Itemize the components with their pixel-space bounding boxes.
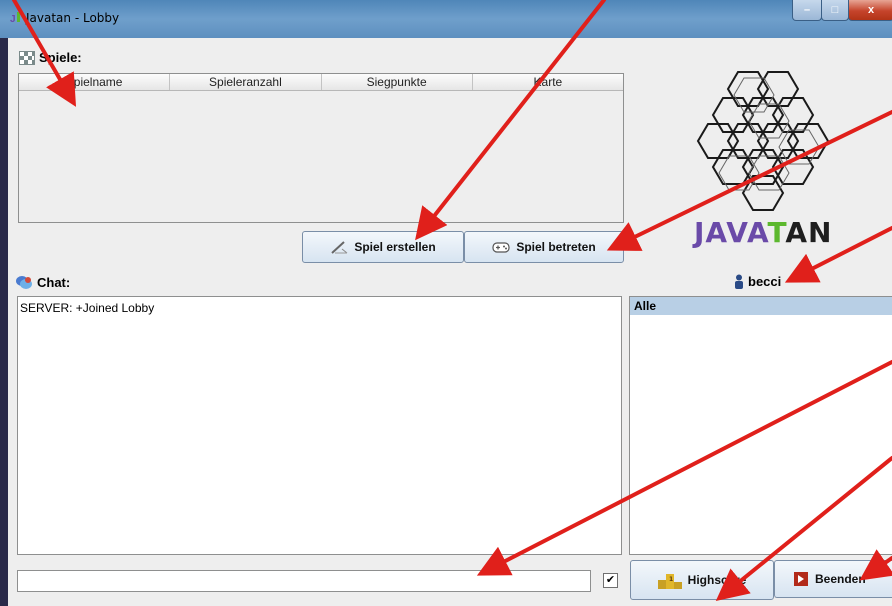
- highscore-label: Highscore: [687, 573, 747, 587]
- close-button[interactable]: x: [848, 0, 892, 21]
- close-icon: x: [867, 4, 875, 16]
- column-header-karte[interactable]: Karte: [473, 74, 623, 90]
- minimize-icon: –: [803, 4, 811, 16]
- join-game-label: Spiel betreten: [516, 240, 596, 254]
- user-icon: [735, 274, 743, 289]
- chat-label: Chat:: [15, 274, 70, 290]
- join-game-button[interactable]: Spiel betreten: [464, 231, 624, 263]
- column-header-spielname[interactable]: Spielname: [19, 74, 171, 90]
- logo-part-java: JAVA: [694, 216, 768, 249]
- chat-label-text: Chat:: [37, 274, 71, 290]
- chat-bubbles-icon: [16, 276, 32, 289]
- user-name: becci: [748, 274, 782, 289]
- gamepad-icon: [492, 242, 510, 253]
- minimize-button[interactable]: –: [792, 0, 822, 21]
- recipients-list[interactable]: Alle: [629, 296, 892, 555]
- title-bar: J Javatan - Lobby – □ x: [0, 0, 892, 38]
- chat-input[interactable]: [17, 570, 591, 592]
- javatan-hexagon-logo: [696, 71, 830, 211]
- maximize-icon: □: [831, 4, 839, 16]
- games-label-text: Spiele:: [39, 50, 82, 65]
- quit-button[interactable]: Beenden: [774, 560, 892, 598]
- highscore-button[interactable]: 1 Highscore: [630, 560, 774, 600]
- window-title: Javatan - Lobby: [26, 11, 120, 25]
- logo-part-t: T: [767, 216, 786, 249]
- recipient-item-alle[interactable]: Alle: [630, 297, 892, 315]
- wand-icon: [331, 241, 348, 254]
- exit-door-icon: [794, 572, 808, 586]
- games-table[interactable]: Spielname Spieleranzahl Siegpunkte Karte: [18, 73, 624, 223]
- lobby-content: Spiele: Spielname Spieleranzahl Siegpunk…: [8, 38, 892, 606]
- chat-message: SERVER: +Joined Lobby: [20, 301, 155, 315]
- javatan-app-icon: J: [10, 12, 26, 26]
- column-header-siegpunkte[interactable]: Siegpunkte: [322, 74, 473, 90]
- create-game-label: Spiel erstellen: [354, 240, 436, 254]
- javatan-logo-text: JAVATAN: [694, 216, 833, 249]
- podium-icon: 1: [657, 574, 682, 589]
- maximize-button[interactable]: □: [821, 0, 849, 21]
- column-header-spieleranzahl[interactable]: Spieleranzahl: [170, 74, 322, 90]
- chat-log[interactable]: SERVER: +Joined Lobby: [17, 296, 622, 555]
- chat-checkbox[interactable]: ✔: [603, 573, 618, 588]
- games-label: Spiele:: [19, 50, 82, 65]
- checkerboard-icon: [19, 50, 35, 65]
- svg-text:1: 1: [669, 576, 673, 583]
- current-user: becci: [734, 274, 781, 289]
- create-game-button[interactable]: Spiel erstellen: [302, 231, 464, 263]
- quit-label: Beenden: [815, 572, 866, 586]
- app-icon-letter: J: [10, 14, 16, 25]
- games-table-header: Spielname Spieleranzahl Siegpunkte Karte: [19, 74, 623, 91]
- logo-part-an: AN: [785, 216, 833, 249]
